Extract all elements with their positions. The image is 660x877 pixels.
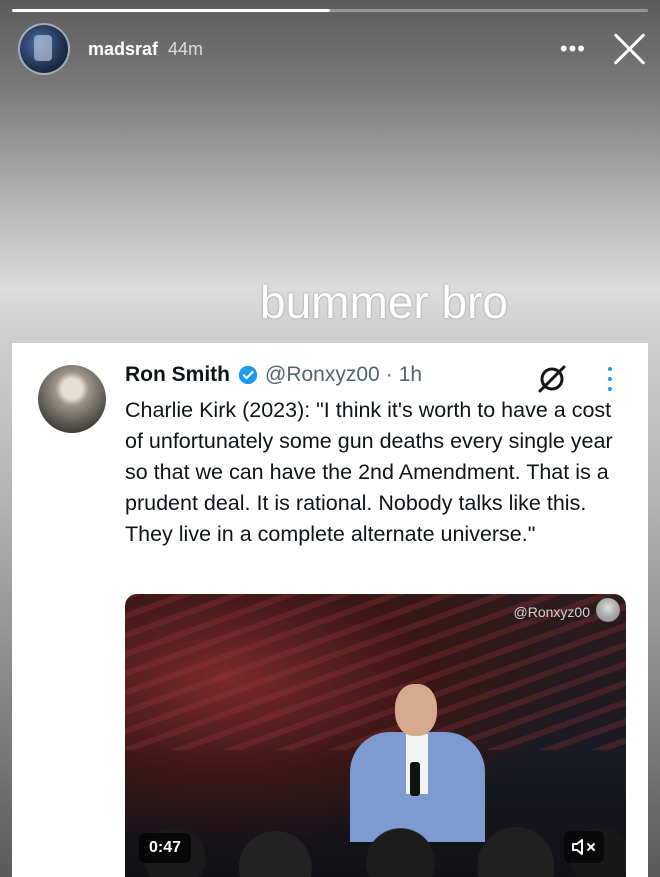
story-progress-fill <box>12 9 330 12</box>
post-handle[interactable]: @Ronxyz00 <box>265 363 380 387</box>
story-caption: bummer bro <box>260 276 508 328</box>
more-icon[interactable]: ••• <box>560 38 586 60</box>
story-header: madsraf 44m ••• <box>18 23 646 75</box>
story-username[interactable]: madsraf <box>88 39 158 60</box>
grok-icon[interactable] <box>536 363 568 395</box>
video-watermark: @Ronxyz00 <box>513 604 590 620</box>
post-card[interactable]: Ron Smith @Ronxyz00 · 1h Charlie Kirk (2… <box>12 343 648 877</box>
video-player[interactable]: @Ronxyz00 0:47 <box>125 594 626 877</box>
post-text: Charlie Kirk (2023): "I think it's worth… <box>125 398 613 546</box>
watermark-avatar-icon <box>596 598 620 622</box>
post-author[interactable]: Ron Smith <box>125 363 230 387</box>
avatar[interactable] <box>18 23 70 75</box>
verified-icon <box>238 365 258 385</box>
post-avatar[interactable] <box>38 365 106 433</box>
story-progress-bar <box>12 9 648 12</box>
separator-dot: · <box>385 363 393 386</box>
video-crowd <box>125 782 626 877</box>
post-header: Ron Smith @Ronxyz00 · 1h <box>125 363 422 387</box>
post-time[interactable]: 1h <box>399 363 422 387</box>
video-duration: 0:47 <box>139 833 192 863</box>
story-time: 44m <box>168 38 204 59</box>
kebab-icon[interactable] <box>608 367 614 391</box>
mute-icon[interactable] <box>564 831 604 863</box>
close-icon[interactable] <box>612 32 646 66</box>
